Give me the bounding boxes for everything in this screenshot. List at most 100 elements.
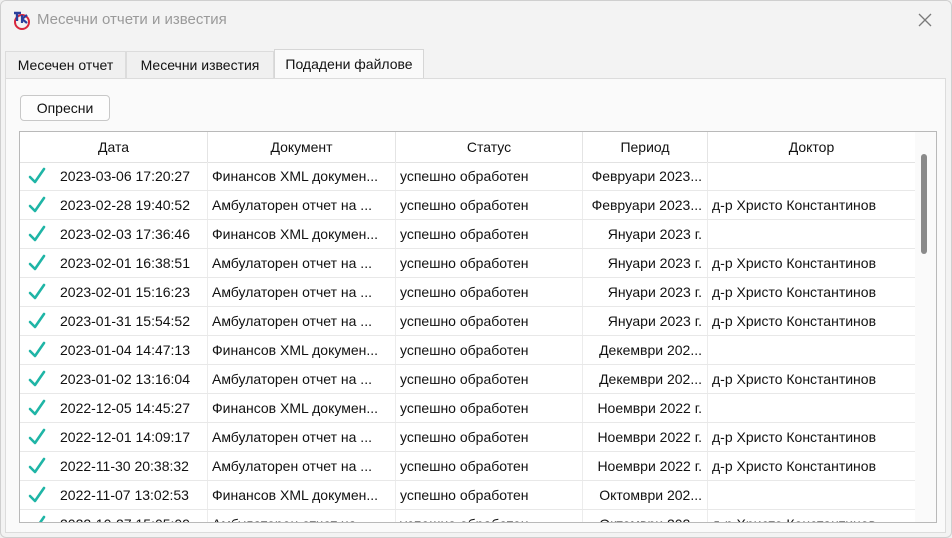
cell-status: успешно обработен — [396, 162, 583, 190]
table-row[interactable]: 2022-12-01 14:09:17 Амбулаторен отчет на … — [20, 423, 915, 452]
cell-document: Амбулаторен отчет на ... — [208, 452, 396, 480]
cell-doctor — [708, 336, 915, 364]
cell-doctor — [708, 162, 915, 190]
cell-status: успешно обработен — [396, 365, 583, 393]
vertical-scrollbar[interactable] — [915, 132, 936, 522]
table-row[interactable]: 2023-01-02 13:16:04 Амбулаторен отчет на … — [20, 365, 915, 394]
column-header-date[interactable]: Дата — [20, 132, 208, 162]
cell-period: Октомври 202... — [583, 510, 708, 522]
cell-period: Ноември 2022 г. — [583, 423, 708, 451]
cell-period: Декември 202... — [583, 336, 708, 364]
cell-document: Амбулаторен отчет на ... — [208, 249, 396, 277]
cell-doctor — [708, 481, 915, 509]
cell-document: Финансов XML докумен... — [208, 162, 396, 190]
cell-period: Февруари 2023... — [583, 162, 708, 190]
cell-document: Амбулаторен отчет на ... — [208, 307, 396, 335]
cell-doctor: д-р Христо Константинов — [712, 371, 877, 387]
cell-period: Февруари 2023... — [583, 191, 708, 219]
cell-status: успешно обработен — [396, 510, 583, 522]
cell-period: Януари 2023 г. — [583, 249, 708, 277]
table-row[interactable]: 2022-12-05 14:45:27 Финансов XML докумен.… — [20, 394, 915, 423]
app-logo-icon — [11, 9, 33, 31]
cell-date: 2022-12-01 14:09:17 — [54, 423, 208, 451]
cell-doctor: д-р Христо Константинов — [712, 429, 877, 445]
check-icon — [20, 452, 54, 480]
cell-date: 2023-02-01 16:38:51 — [54, 249, 208, 277]
cell-status: успешно обработен — [396, 423, 583, 451]
check-icon — [20, 365, 54, 393]
cell-period: Декември 202... — [583, 365, 708, 393]
column-header-period[interactable]: Период — [583, 132, 708, 162]
tab-monthly-notices[interactable]: Месечни известия — [126, 51, 274, 78]
check-icon — [20, 220, 54, 248]
cell-date: 2022-11-07 13:02:53 — [54, 481, 208, 509]
check-icon — [20, 510, 54, 522]
cell-period: Януари 2023 г. — [583, 278, 708, 306]
table-row[interactable]: 2022-11-07 13:02:53 Финансов XML докумен.… — [20, 481, 915, 510]
cell-period: Ноември 2022 г. — [583, 394, 708, 422]
cell-status: успешно обработен — [396, 220, 583, 248]
column-header-document[interactable]: Документ — [208, 132, 396, 162]
table-row[interactable]: 2023-03-06 17:20:27 Финансов XML докумен.… — [20, 162, 915, 191]
table-body: 2023-03-06 17:20:27 Финансов XML докумен.… — [20, 162, 915, 522]
close-button[interactable] — [905, 3, 945, 37]
cell-doctor — [708, 220, 915, 248]
table-row[interactable]: 2023-02-03 17:36:46 Финансов XML докумен.… — [20, 220, 915, 249]
window-title: Месечни отчети и известия — [37, 11, 227, 28]
cell-status: успешно обработен — [396, 278, 583, 306]
cell-document: Амбулаторен отчет на ... — [208, 423, 396, 451]
cell-doctor: д-р Христо Константинов — [712, 255, 877, 271]
cell-document: Амбулаторен отчет на ... — [208, 365, 396, 393]
tab-submitted-files[interactable]: Подадени файлове — [274, 49, 424, 78]
cell-status: успешно обработен — [396, 191, 583, 219]
cell-document: Амбулаторен отчет на ... — [208, 510, 396, 522]
cell-period: Октомври 202... — [583, 481, 708, 509]
cell-date: 2023-01-02 13:16:04 — [54, 365, 208, 393]
tab-content: Опресни Дата Документ Статус Период Докт… — [5, 78, 946, 533]
table-row[interactable]: 2022-10-27 15:05:09Амбулаторен отчет на … — [20, 510, 915, 522]
table-row[interactable]: 2023-01-04 14:47:13 Финансов XML докумен.… — [20, 336, 915, 365]
cell-status: успешно обработен — [396, 336, 583, 364]
cell-document: Амбулаторен отчет на ... — [208, 278, 396, 306]
cell-status: успешно обработен — [396, 452, 583, 480]
cell-period: Януари 2023 г. — [583, 307, 708, 335]
cell-date: 2023-01-04 14:47:13 — [54, 336, 208, 364]
check-icon — [20, 278, 54, 306]
cell-doctor: д-р Христо Константинов — [712, 284, 877, 300]
check-icon — [20, 481, 54, 509]
cell-doctor: д-р Христо Константинов — [712, 313, 877, 329]
files-table: Дата Документ Статус Период Доктор 2023-… — [19, 131, 937, 523]
column-header-status[interactable]: Статус — [396, 132, 583, 162]
cell-date: 2022-10-27 15:05:09 — [54, 510, 208, 522]
table-row[interactable]: 2023-01-31 15:54:52 Амбулаторен отчет на … — [20, 307, 915, 336]
cell-date: 2023-02-01 15:16:23 — [54, 278, 208, 306]
cell-date: 2022-11-30 20:38:32 — [54, 452, 208, 480]
check-icon — [20, 162, 54, 190]
scrollbar-thumb[interactable] — [921, 154, 927, 254]
cell-doctor: д-р Христо Константинов — [708, 510, 915, 522]
cell-period: Януари 2023 г. — [583, 220, 708, 248]
cell-status: успешно обработен — [396, 249, 583, 277]
cell-date: 2023-01-31 15:54:52 — [54, 307, 208, 335]
dialog-window: Месечни отчети и известия Месечен отчет … — [0, 0, 952, 538]
cell-status: успешно обработен — [396, 394, 583, 422]
close-icon — [918, 13, 932, 27]
check-icon — [20, 249, 54, 277]
refresh-button[interactable]: Опресни — [20, 95, 110, 121]
check-icon — [20, 336, 54, 364]
cell-document: Финансов XML докумен... — [208, 220, 396, 248]
title-bar: Месечни отчети и известия — [1, 1, 951, 39]
cell-date: 2022-12-05 14:45:27 — [54, 394, 208, 422]
cell-document: Финансов XML докумен... — [208, 481, 396, 509]
table-row[interactable]: 2023-02-01 15:16:23 Амбулаторен отчет на … — [20, 278, 915, 307]
tab-monthly-report[interactable]: Месечен отчет — [5, 51, 126, 78]
column-header-doctor[interactable]: Доктор — [708, 132, 915, 162]
cell-status: успешно обработен — [396, 481, 583, 509]
table-row[interactable]: 2022-11-30 20:38:32 Амбулаторен отчет на … — [20, 452, 915, 481]
cell-status: успешно обработен — [396, 307, 583, 335]
table-row[interactable]: 2023-02-01 16:38:51 Амбулаторен отчет на … — [20, 249, 915, 278]
table-row[interactable]: 2023-02-28 19:40:52 Амбулаторен отчет на … — [20, 191, 915, 220]
cell-date: 2023-02-03 17:36:46 — [54, 220, 208, 248]
cell-doctor: д-р Христо Константинов — [712, 458, 877, 474]
cell-document: Амбулаторен отчет на ... — [208, 191, 396, 219]
